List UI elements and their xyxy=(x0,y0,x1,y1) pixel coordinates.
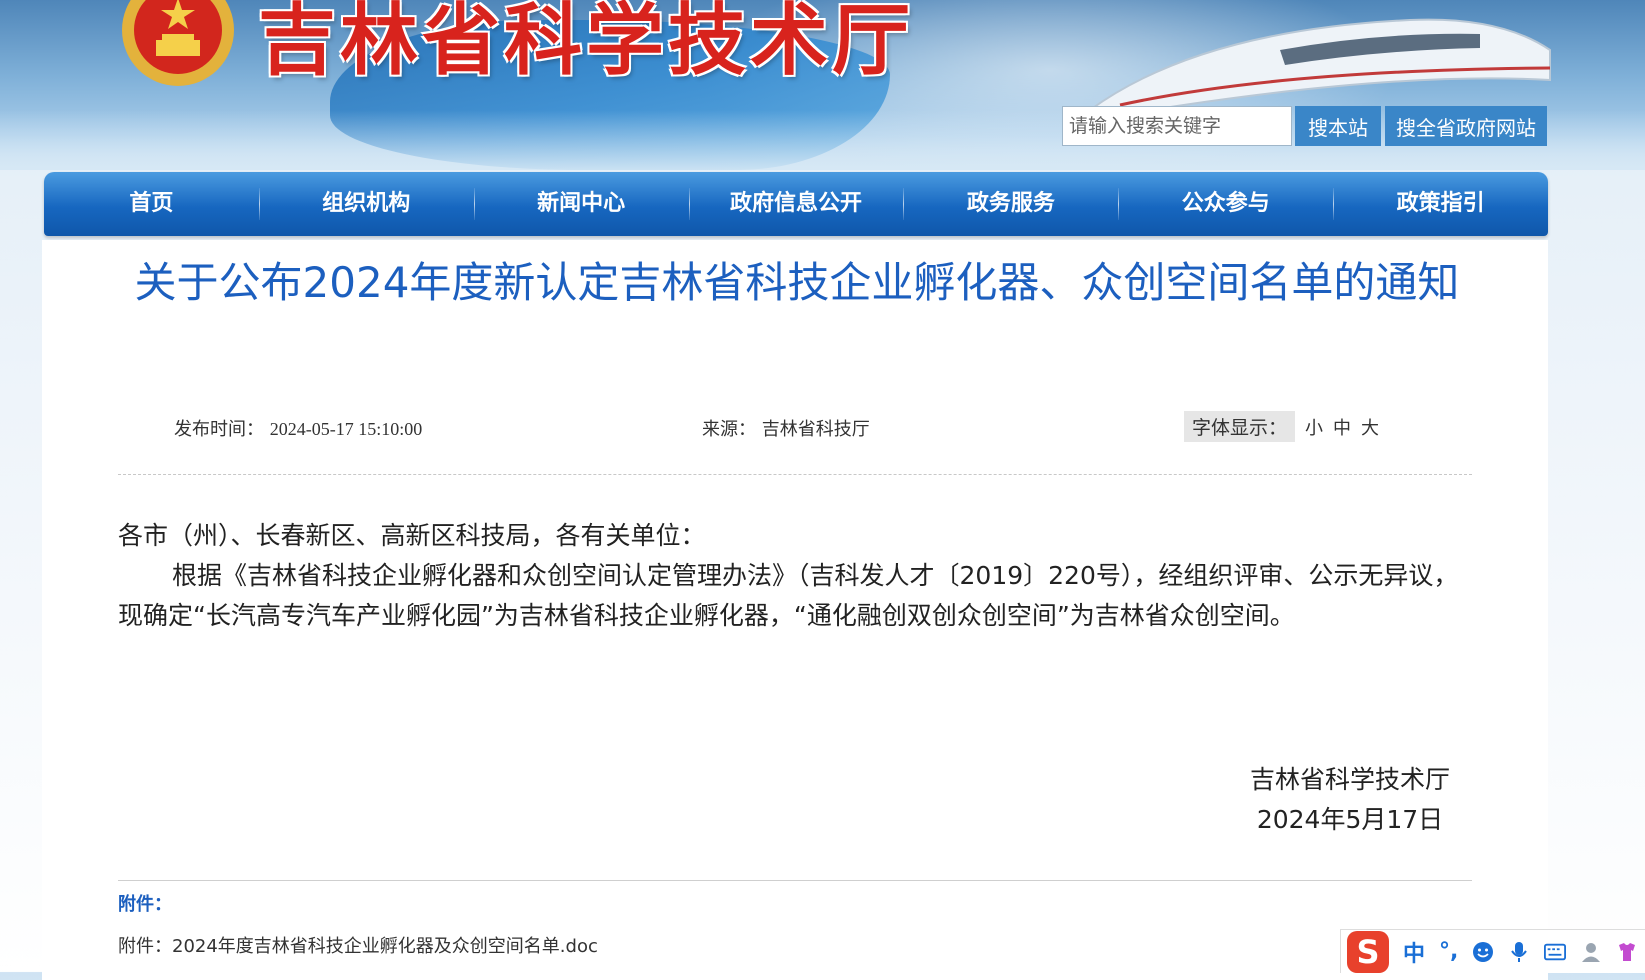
train-graphic xyxy=(1089,18,1551,120)
publish-date: 发布时间： 2024-05-17 15:10:00 xyxy=(174,415,422,441)
font-size-control: 字体显示： 小 中 大 xyxy=(1184,411,1379,442)
font-size-label: 字体显示： xyxy=(1184,411,1296,442)
article-salutation: 各市（州）、长春新区、高新区科技局，各有关单位： xyxy=(118,521,706,550)
article-paragraph: 根据《吉林省科技企业孵化器和众创空间认定管理办法》（吉科发人才〔2019〕220… xyxy=(118,561,1459,630)
sogou-logo-icon[interactable]: S xyxy=(1347,930,1389,973)
signature-date: 2024年5月17日 xyxy=(1256,805,1444,834)
source-label: 来源： xyxy=(702,419,756,440)
user-icon[interactable] xyxy=(1580,941,1602,963)
ime-mode-toggle[interactable]: 中 xyxy=(1403,936,1425,968)
keyboard-icon[interactable] xyxy=(1544,941,1567,963)
search-province-button[interactable]: 搜全省政府网站 xyxy=(1385,106,1547,146)
article-source: 来源： 吉林省科技厅 xyxy=(702,415,870,441)
font-size-medium[interactable]: 中 xyxy=(1333,414,1351,440)
nav-item-gov-info[interactable]: 政府信息公开 xyxy=(688,172,904,236)
emoji-icon[interactable] xyxy=(1472,941,1494,963)
ime-punct-toggle[interactable]: °, xyxy=(1439,939,1458,964)
nav-item-services[interactable]: 政务服务 xyxy=(903,172,1118,236)
divider-dashed xyxy=(118,474,1472,475)
article-body: 各市（州）、长春新区、高新区科技局，各有关单位： 根据《吉林省科技企业孵化器和众… xyxy=(118,516,1472,636)
national-emblem-icon xyxy=(122,0,234,86)
article-title: 关于公布2024年度新认定吉林省科技企业孵化器、众创空间名单的通知 xyxy=(134,258,1460,307)
divider-solid xyxy=(118,880,1472,881)
nav-item-home[interactable]: 首页 xyxy=(44,172,259,236)
source-value: 吉林省科技厅 xyxy=(761,419,870,440)
main-nav: 首页 组织机构 新闻中心 政府信息公开 政务服务 公众参与 政策指引 xyxy=(44,172,1548,236)
search-input[interactable] xyxy=(1062,106,1292,146)
search-site-button[interactable]: 搜本站 xyxy=(1295,106,1381,146)
publish-date-label: 发布时间： xyxy=(174,419,264,440)
site-title: 吉林省科学技术厅 xyxy=(258,0,915,86)
ime-toolbar: S 中 °, xyxy=(1340,929,1645,973)
attachment-link[interactable]: 附件：2024年度吉林省科技企业孵化器及众创空间名单.doc xyxy=(118,932,598,958)
microphone-icon[interactable] xyxy=(1508,941,1530,963)
publish-date-value: 2024-05-17 15:10:00 xyxy=(269,419,423,439)
skin-icon[interactable] xyxy=(1616,941,1638,963)
font-size-small[interactable]: 小 xyxy=(1305,414,1323,440)
nav-item-organization[interactable]: 组织机构 xyxy=(258,172,474,236)
signature-org: 吉林省科学技术厅 xyxy=(1249,765,1450,794)
nav-item-news[interactable]: 新闻中心 xyxy=(473,172,689,236)
article-signature: 吉林省科学技术厅 2024年5月17日 xyxy=(1200,760,1500,840)
font-size-large[interactable]: 大 xyxy=(1361,414,1379,440)
nav-item-policy[interactable]: 政策指引 xyxy=(1333,172,1548,236)
attachment-heading: 附件： xyxy=(118,894,172,915)
nav-item-participation[interactable]: 公众参与 xyxy=(1118,172,1333,236)
